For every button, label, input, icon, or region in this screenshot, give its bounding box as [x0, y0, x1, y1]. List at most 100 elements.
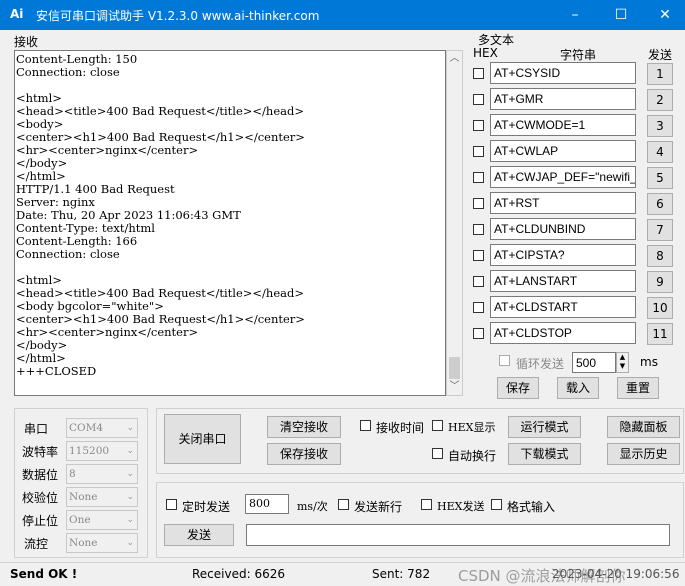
- send-input[interactable]: [246, 524, 670, 546]
- auto-newline-checkbox[interactable]: [432, 448, 443, 459]
- baud-label: 波特率: [22, 445, 59, 459]
- stopbits-select[interactable]: One ⌄: [66, 510, 138, 530]
- loop-send-label: 循环发送: [516, 357, 565, 371]
- row-send-button[interactable]: 1: [647, 63, 673, 85]
- stopbits-label: 停止位: [22, 514, 59, 528]
- row-hex-checkbox[interactable]: [473, 120, 484, 131]
- auto-newline-label: 自动换行: [448, 449, 497, 463]
- flow-value: None: [69, 537, 98, 549]
- timed-interval-input[interactable]: 800: [245, 494, 289, 514]
- scroll-up-icon[interactable]: ︿: [447, 51, 462, 67]
- run-mode-button[interactable]: 运行模式: [508, 416, 581, 438]
- clear-receive-button[interactable]: 清空接收: [267, 416, 341, 438]
- row-command-input[interactable]: AT+CLDSTOP: [490, 322, 636, 344]
- row-command-input[interactable]: AT+CLDSTART: [490, 296, 636, 318]
- send-button[interactable]: 发送: [164, 524, 234, 546]
- send-ok-status: Send OK !: [10, 567, 78, 581]
- row-command-input[interactable]: AT+GMR: [490, 88, 636, 110]
- timed-unit-label: ms/次: [297, 500, 328, 513]
- row-hex-checkbox[interactable]: [473, 250, 484, 261]
- close-port-button[interactable]: 关闭串口: [164, 414, 241, 464]
- row-command-input[interactable]: AT+CIPSTA?: [490, 244, 636, 266]
- row-hex-checkbox[interactable]: [473, 302, 484, 313]
- minimize-icon[interactable]: –: [553, 0, 597, 30]
- parity-select[interactable]: None ⌄: [66, 487, 138, 507]
- close-icon[interactable]: ✕: [643, 0, 685, 30]
- row-send-button[interactable]: 2: [647, 89, 673, 111]
- row-hex-checkbox[interactable]: [473, 198, 484, 209]
- baud-value: 115200: [69, 445, 110, 457]
- receive-group-label: 接收: [14, 35, 39, 49]
- loop-interval-spinner[interactable]: ▲ ▼: [616, 352, 629, 373]
- row-command-input[interactable]: AT+CWLAP: [490, 140, 636, 162]
- receive-scrollbar[interactable]: ︿ ﹀: [446, 50, 463, 396]
- receive-time-checkbox[interactable]: [360, 420, 371, 431]
- loop-ms-label: ms: [640, 355, 658, 369]
- app-logo-icon: Ai: [10, 7, 24, 21]
- row-hex-checkbox[interactable]: [473, 276, 484, 287]
- hide-panel-button[interactable]: 隐藏面板: [607, 416, 680, 438]
- row-send-button[interactable]: 4: [647, 141, 673, 163]
- load-multi-button[interactable]: 载入: [557, 377, 599, 399]
- row-hex-checkbox[interactable]: [473, 146, 484, 157]
- row-hex-checkbox[interactable]: [473, 224, 484, 235]
- receive-time-label: 接收时间: [376, 421, 425, 435]
- row-send-button[interactable]: 8: [647, 245, 673, 267]
- row-hex-checkbox[interactable]: [473, 172, 484, 183]
- row-send-button[interactable]: 11: [647, 323, 673, 345]
- multi-text-row: AT+CLDSTART 10: [473, 296, 673, 320]
- chevron-down-icon: ⌄: [126, 538, 134, 548]
- scroll-thumb[interactable]: [449, 357, 460, 379]
- maximize-icon[interactable]: ☐: [599, 0, 643, 30]
- hex-send-checkbox[interactable]: [421, 499, 432, 510]
- baud-select[interactable]: 115200 ⌄: [66, 441, 138, 461]
- receive-content: Content-Length: 150 Connection: close <h…: [16, 52, 305, 378]
- receive-textarea[interactable]: Content-Length: 150 Connection: close <h…: [14, 50, 446, 396]
- databits-label: 数据位: [22, 468, 59, 482]
- row-command-input[interactable]: AT+RST: [490, 192, 636, 214]
- chevron-down-icon: ⌄: [126, 469, 134, 479]
- multi-text-row: AT+LANSTART 9: [473, 270, 673, 294]
- reset-multi-button[interactable]: 重置: [617, 377, 659, 399]
- save-receive-button[interactable]: 保存接收: [267, 443, 341, 465]
- multi-text-row: AT+CWLAP 4: [473, 140, 673, 164]
- window-title: 安信可串口调试助手 V1.2.3.0 www.ai-thinker.com: [36, 9, 320, 23]
- stopbits-value: One: [69, 514, 91, 526]
- port-select[interactable]: COM4 ⌄: [66, 418, 138, 438]
- row-command-input[interactable]: AT+CSYSID: [490, 62, 636, 84]
- flow-select[interactable]: None ⌄: [66, 533, 138, 553]
- row-send-button[interactable]: 6: [647, 193, 673, 215]
- loop-send-checkbox[interactable]: [499, 355, 510, 366]
- port-label: 串口: [24, 422, 49, 436]
- download-mode-button[interactable]: 下载模式: [508, 443, 581, 465]
- row-send-button[interactable]: 7: [647, 219, 673, 241]
- spin-down-icon[interactable]: ▼: [617, 362, 628, 371]
- string-column-header: 字符串: [560, 48, 597, 62]
- show-history-button[interactable]: 显示历史: [607, 443, 680, 465]
- row-hex-checkbox[interactable]: [473, 328, 484, 339]
- format-input-label: 格式输入: [507, 500, 556, 514]
- row-send-button[interactable]: 5: [647, 167, 673, 189]
- save-multi-button[interactable]: 保存: [497, 377, 539, 399]
- databits-select[interactable]: 8 ⌄: [66, 464, 138, 484]
- row-send-button[interactable]: 9: [647, 271, 673, 293]
- timed-send-checkbox[interactable]: [166, 499, 177, 510]
- hex-display-checkbox[interactable]: [432, 420, 443, 431]
- row-hex-checkbox[interactable]: [473, 68, 484, 79]
- loop-interval-input[interactable]: 500: [572, 352, 616, 373]
- row-command-input[interactable]: AT+LANSTART: [490, 270, 636, 292]
- row-hex-checkbox[interactable]: [473, 94, 484, 105]
- row-command-input[interactable]: AT+CWJAP_DEF="newifi_: [490, 166, 636, 188]
- watermark-text: CSDN @流浪法师解剖你: [458, 567, 626, 585]
- row-command-input[interactable]: AT+CLDUNBIND: [490, 218, 636, 240]
- send-newline-checkbox[interactable]: [338, 499, 349, 510]
- hex-column-header: HEX: [473, 46, 498, 60]
- sent-count: Sent: 782: [372, 567, 431, 581]
- row-send-button[interactable]: 10: [647, 297, 673, 319]
- spin-up-icon[interactable]: ▲: [617, 353, 628, 362]
- format-input-checkbox[interactable]: [491, 499, 502, 510]
- row-send-button[interactable]: 3: [647, 115, 673, 137]
- row-command-input[interactable]: AT+CWMODE=1: [490, 114, 636, 136]
- scroll-down-icon[interactable]: ﹀: [447, 379, 462, 395]
- hex-send-label: HEX发送: [437, 500, 485, 513]
